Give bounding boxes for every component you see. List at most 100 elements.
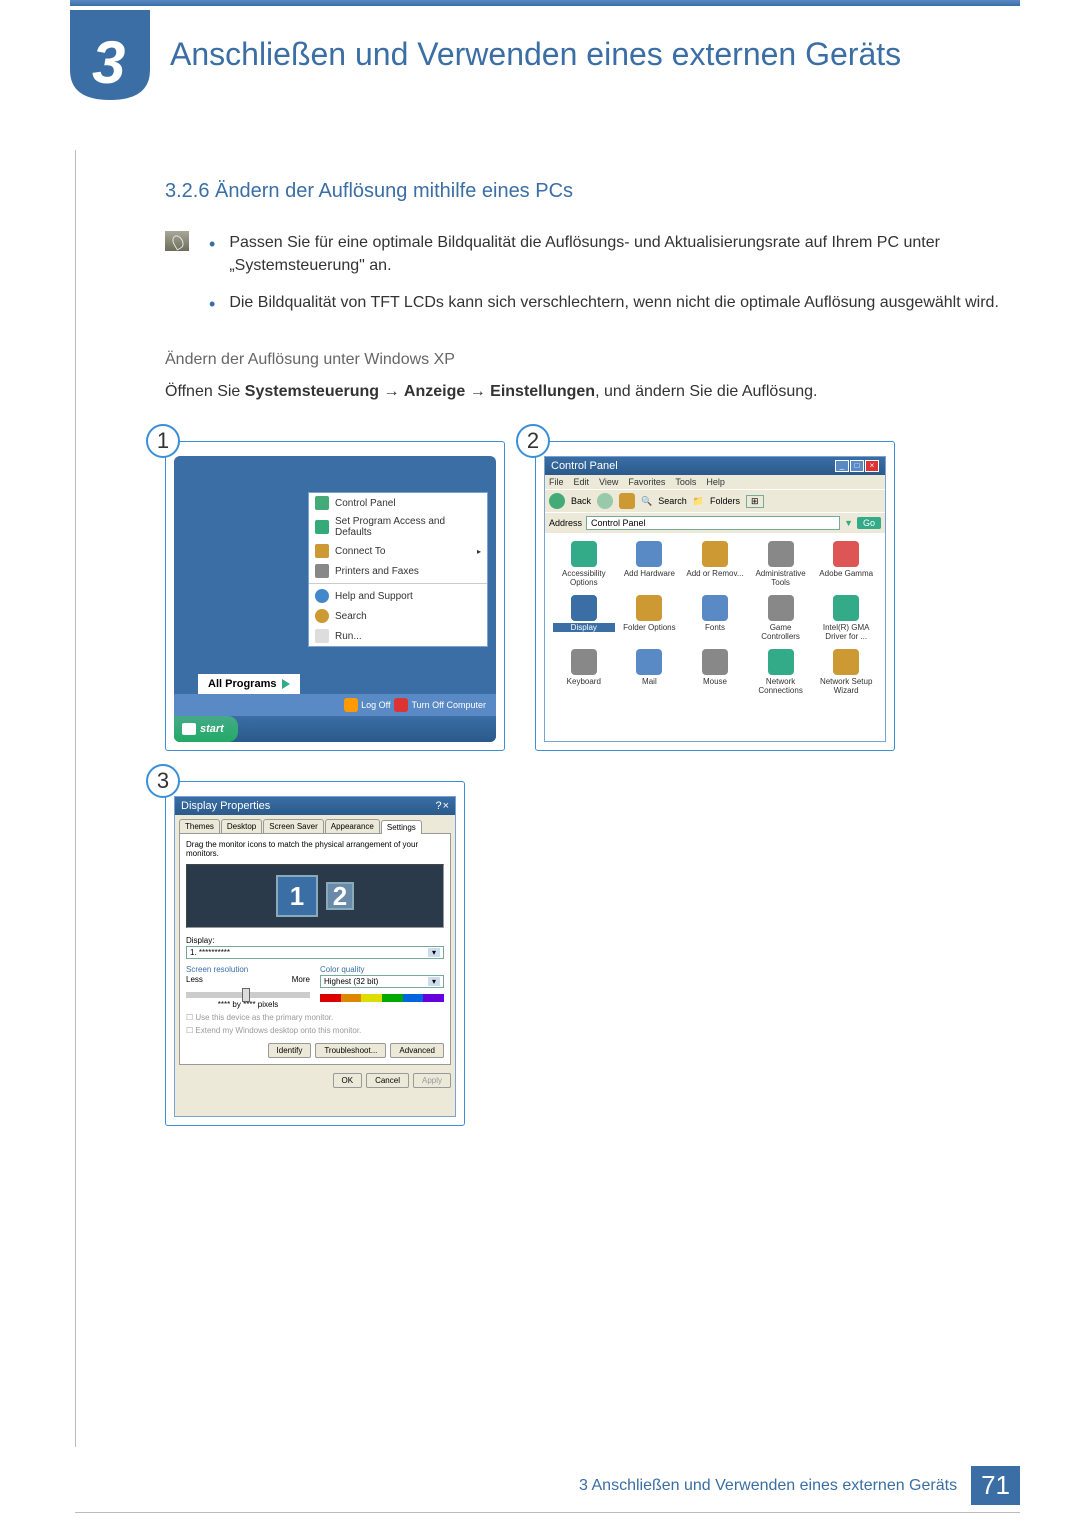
bullet-item: •Die Bildqualität von TFT LCDs kann sich… <box>209 291 1000 317</box>
menu-item-connect-to[interactable]: Connect To▸ <box>309 541 487 561</box>
tab-settings[interactable]: Settings <box>381 820 422 834</box>
menu-item-control-panel[interactable]: Control Panel <box>309 493 487 513</box>
help-button[interactable]: ? <box>435 800 441 812</box>
troubleshoot-button[interactable]: Troubleshoot... <box>315 1043 386 1058</box>
apply-button[interactable]: Apply <box>413 1073 451 1088</box>
cp-item-label: Mouse <box>684 677 746 686</box>
section-heading: Ändern der Auflösung mithilfe eines PCs <box>215 180 573 202</box>
menu-file[interactable]: File <box>549 477 564 487</box>
menu-item-run[interactable]: Run... <box>309 626 487 646</box>
screenshot-panel-2: 2 Control Panel _ □ × File Edit View Fav… <box>535 441 895 751</box>
cp-icon-mouse[interactable]: Mouse <box>684 649 746 695</box>
cancel-button[interactable]: Cancel <box>366 1073 409 1088</box>
monitor-2[interactable]: 2 <box>326 882 354 910</box>
address-bar: Address Control Panel ▼ Go <box>545 512 885 533</box>
menu-favorites[interactable]: Favorites <box>628 477 665 487</box>
page-number: 71 <box>971 1466 1020 1505</box>
ok-button[interactable]: OK <box>333 1073 363 1088</box>
cp-icon-network-setup-wizard[interactable]: Network Setup Wizard <box>815 649 877 695</box>
cp-icon-network-connections[interactable]: Network Connections <box>750 649 812 695</box>
display-select[interactable]: 1. **********▾ <box>186 946 444 959</box>
screenshot-panel-3: 3 Display Properties ?× Themes Desktop S… <box>165 781 465 1126</box>
up-icon[interactable] <box>619 493 635 509</box>
cp-icon-accessibility-options[interactable]: Accessibility Options <box>553 541 615 587</box>
close-button[interactable]: × <box>443 800 449 812</box>
cp-icon-administrative-tools[interactable]: Administrative Tools <box>750 541 812 587</box>
logoff-button[interactable]: Log Off <box>344 698 390 712</box>
maximize-button[interactable]: □ <box>850 460 864 472</box>
start-button[interactable]: start <box>174 716 238 742</box>
menu-item-printers[interactable]: Printers and Faxes <box>309 561 487 581</box>
resolution-slider[interactable] <box>186 992 310 998</box>
cp-item-icon <box>571 541 597 567</box>
cp-item-icon <box>636 541 662 567</box>
menu-bar: File Edit View Favorites Tools Help <box>545 475 885 489</box>
slider-thumb[interactable] <box>242 988 250 1002</box>
identify-button[interactable]: Identify <box>268 1043 312 1058</box>
color-quality-select[interactable]: Highest (32 bit)▾ <box>320 975 444 988</box>
cp-item-label: Administrative Tools <box>750 569 812 587</box>
logoff-icon <box>344 698 358 712</box>
tab-themes[interactable]: Themes <box>179 819 220 833</box>
address-input[interactable]: Control Panel <box>586 516 840 530</box>
folders-button[interactable]: Folders <box>710 496 740 506</box>
minimize-button[interactable]: _ <box>835 460 849 472</box>
cp-icon-add-or-remov-[interactable]: Add or Remov... <box>684 541 746 587</box>
cp-icon-mail[interactable]: Mail <box>619 649 681 695</box>
monitor-1[interactable]: 1 <box>276 875 318 917</box>
all-programs-button[interactable]: All Programs <box>198 674 300 694</box>
menu-item-search[interactable]: Search <box>309 606 487 626</box>
step-number-3: 3 <box>146 764 180 798</box>
cp-item-label: Fonts <box>684 623 746 632</box>
dropdown-icon: ▾ <box>428 977 440 986</box>
menu-help[interactable]: Help <box>706 477 725 487</box>
cp-icon-intel-r-gma-driver-for-[interactable]: Intel(R) GMA Driver for ... <box>815 595 877 641</box>
close-button[interactable]: × <box>865 460 879 472</box>
turnoff-button[interactable]: Turn Off Computer <box>394 698 486 712</box>
cp-item-label: Game Controllers <box>750 623 812 641</box>
back-icon[interactable] <box>549 493 565 509</box>
cp-item-icon <box>571 595 597 621</box>
start-menu-screenshot: Control Panel Set Program Access and Def… <box>174 456 496 742</box>
cp-item-label: Keyboard <box>553 677 615 686</box>
control-panel-icon <box>315 496 329 510</box>
main-content: 3.2.6 Ändern der Auflösung mithilfe eine… <box>0 120 1080 1126</box>
go-button[interactable]: Go <box>857 517 881 529</box>
footer-text: 3 Anschließen und Verwenden eines extern… <box>579 1477 957 1495</box>
cp-item-label: Mail <box>619 677 681 686</box>
cp-icon-folder-options[interactable]: Folder Options <box>619 595 681 641</box>
forward-icon[interactable] <box>597 493 613 509</box>
cp-item-label: Accessibility Options <box>553 569 615 587</box>
tabs: Themes Desktop Screen Saver Appearance S… <box>175 815 455 833</box>
primary-monitor-checkbox[interactable]: ☐ Use this device as the primary monitor… <box>186 1013 444 1022</box>
toolbar: Back 🔍Search 📁Folders ⊞ <box>545 489 885 512</box>
tab-desktop[interactable]: Desktop <box>221 819 262 833</box>
menu-edit[interactable]: Edit <box>574 477 590 487</box>
cp-icon-display[interactable]: Display <box>553 595 615 641</box>
menu-tools[interactable]: Tools <box>675 477 696 487</box>
bullet-text: Die Bildqualität von TFT LCDs kann sich … <box>229 291 999 317</box>
control-panel-window: Control Panel _ □ × File Edit View Favor… <box>544 456 886 742</box>
extend-desktop-checkbox[interactable]: ☐ Extend my Windows desktop onto this mo… <box>186 1026 444 1035</box>
cp-item-icon <box>833 541 859 567</box>
menu-view[interactable]: View <box>599 477 618 487</box>
monitor-arrangement[interactable]: 1 2 <box>186 864 444 928</box>
window-titlebar: Control Panel _ □ × <box>545 457 885 475</box>
bullet-dot-icon: • <box>209 231 215 277</box>
cp-icon-add-hardware[interactable]: Add Hardware <box>619 541 681 587</box>
menu-item-help[interactable]: Help and Support <box>309 586 487 606</box>
menu-item-program-access[interactable]: Set Program Access and Defaults <box>309 513 487 541</box>
bullet-item: •Passen Sie für eine optimale Bildqualit… <box>209 231 1000 277</box>
search-button[interactable]: Search <box>658 496 687 506</box>
cp-icon-fonts[interactable]: Fonts <box>684 595 746 641</box>
tab-screensaver[interactable]: Screen Saver <box>263 819 323 833</box>
cp-item-icon <box>768 649 794 675</box>
header-top-line <box>70 0 1020 6</box>
tab-appearance[interactable]: Appearance <box>325 819 380 833</box>
cp-icon-game-controllers[interactable]: Game Controllers <box>750 595 812 641</box>
advanced-button[interactable]: Advanced <box>390 1043 444 1058</box>
cp-icon-adobe-gamma[interactable]: Adobe Gamma <box>815 541 877 587</box>
cp-item-label: Add or Remov... <box>684 569 746 578</box>
cp-icon-keyboard[interactable]: Keyboard <box>553 649 615 695</box>
cp-item-label: Folder Options <box>619 623 681 632</box>
